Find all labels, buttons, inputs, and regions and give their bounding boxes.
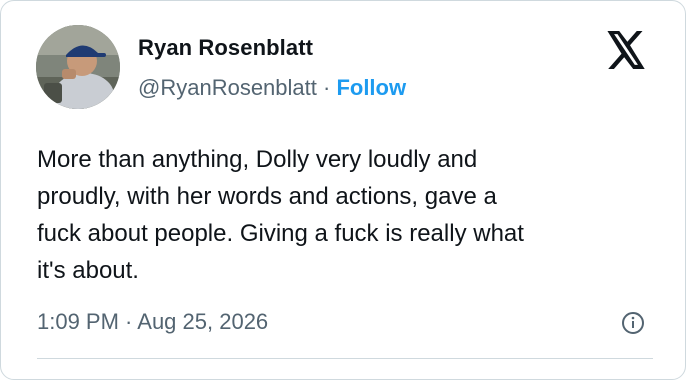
tweet-text-line: it's about. — [37, 257, 139, 284]
tweet-text: More than anything, Dolly very loudly an… — [37, 141, 657, 289]
divider — [37, 358, 653, 359]
avatar-photo — [36, 25, 120, 109]
tweet-embed-card: Ryan Rosenblatt @RyanRosenblatt · Follow… — [0, 0, 686, 380]
author-meta: @RyanRosenblatt · Follow — [138, 75, 406, 101]
tweet-text-line: fuck about people. Giving a fuck is real… — [37, 220, 524, 247]
tweet-timestamp[interactable]: 1:09 PM · Aug 25, 2026 — [37, 309, 268, 335]
tweet-text-line: More than anything, Dolly very loudly an… — [37, 146, 478, 173]
follow-button[interactable]: Follow — [336, 75, 406, 100]
author-handle[interactable]: @RyanRosenblatt — [138, 75, 317, 100]
info-icon[interactable] — [621, 311, 645, 335]
tweet-text-line: proudly, with her words and actions, gav… — [37, 183, 497, 210]
meta-separator: · — [316, 75, 337, 100]
avatar[interactable] — [36, 25, 120, 109]
author-name[interactable]: Ryan Rosenblatt — [138, 35, 313, 61]
x-logo-icon[interactable] — [605, 31, 647, 69]
